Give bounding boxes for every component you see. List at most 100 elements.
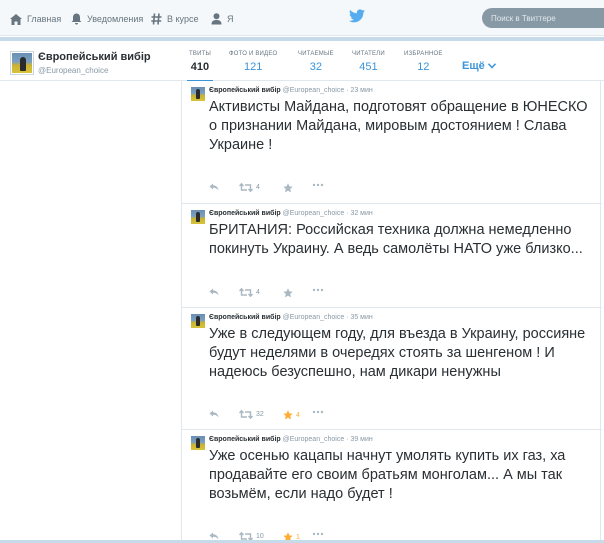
reply-icon [209,288,219,296]
tweet-timeline: Європейський вибір @European_choice · 23… [181,81,602,543]
star-icon [283,288,293,298]
more-actions-button[interactable] [312,410,324,414]
nav-home-label: Главная [27,14,62,24]
tweet-item[interactable]: Європейський вибір @European_choice · 23… [182,81,602,204]
stat-favorites[interactable]: ИЗБРАННОЕ 12 [404,51,443,73]
reply-button[interactable] [209,183,219,191]
more-dropdown[interactable]: Ещё [462,60,496,72]
more-label: Ещё [462,60,485,72]
retweet-count: 4 [256,184,260,191]
stat-photos-videos-value: 121 [244,61,263,73]
tweet-actions: 32 4 [209,410,409,422]
tweet-text: Уже в следующем году, для въезда в Украи… [209,326,586,380]
nav-me-label: Я [227,14,234,24]
tweet-timestamp[interactable]: · 39 мин [346,436,373,443]
more-actions-button[interactable] [312,532,324,536]
favorite-button[interactable] [283,183,296,193]
favorite-button[interactable] [283,288,296,298]
tweet-header: Європейський вибір @European_choice · 39… [209,436,373,443]
retweet-count: 32 [256,411,264,418]
tweet-item[interactable]: Європейський вибір @European_choice · 35… [182,308,602,430]
search-input[interactable] [491,13,591,23]
tweet-text: БРИТАНИЯ: Российская техника должна неме… [209,222,583,257]
stat-favorites-value: 12 [417,61,430,73]
tweet-avatar[interactable] [191,210,205,224]
stat-tweets-label: ТВИТЫ [189,51,211,57]
more-actions-button[interactable] [312,288,324,292]
stat-tweets[interactable]: ТВИТЫ 410 [187,51,213,83]
tweet-text: Активисты Майдана, подготовят обращение … [209,99,588,153]
favorite-button[interactable]: 4 [283,410,300,420]
stat-photos-videos[interactable]: ФОТО И ВИДЕО 121 [229,51,277,73]
stat-followers-label: ЧИТАТЕЛИ [352,51,385,57]
tweet-avatar[interactable] [191,87,205,101]
stat-followers-value: 451 [359,61,378,73]
tweet-header: Європейський вибір @European_choice · 23… [209,87,373,94]
tweet-item[interactable]: Європейський вибір @European_choice · 32… [182,204,602,308]
reply-button[interactable] [209,532,219,540]
twitter-bird-icon[interactable] [349,9,365,23]
tweet-header: Європейський вибір @European_choice · 35… [209,314,373,321]
tweet-author-name[interactable]: Європейський вибір [209,210,281,217]
tweet-author-handle: @European_choice [282,436,345,443]
hashtag-icon [151,13,162,25]
nav-me[interactable]: Я [211,10,234,28]
star-icon [283,183,293,193]
reply-button[interactable] [209,288,219,296]
stat-following-label: ЧИТАЕМЫЕ [298,51,334,57]
favorite-count: 4 [296,411,300,419]
chevron-down-icon [487,63,496,69]
nav-home[interactable]: Главная [10,10,61,28]
profile-avatar[interactable] [11,52,33,74]
tweet-item[interactable]: Європейський вибір @European_choice · 39… [182,430,602,543]
tweet-text: Уже осенью кацапы начнут умолять купить … [209,448,566,502]
retweet-button[interactable]: 4 [239,183,260,192]
reply-icon [209,183,219,191]
bell-icon [71,13,82,25]
tweet-timestamp[interactable]: · 35 мин [346,314,373,321]
retweet-button[interactable]: 32 [239,410,264,419]
tweet-timestamp[interactable]: · 32 мин [346,210,373,217]
nav-discover-label: В курсе [167,14,199,24]
reply-button[interactable] [209,410,219,418]
star-icon [283,410,293,420]
reply-icon [209,410,219,418]
tweet-avatar[interactable] [191,314,205,328]
nav-notifications-label: Уведомления [87,14,144,24]
retweet-count: 4 [256,289,260,296]
tweet-author-name[interactable]: Європейський вибір [209,314,281,321]
profile-name[interactable]: Європейський вибір [38,51,151,63]
stat-favorites-label: ИЗБРАННОЕ [404,51,443,57]
retweet-icon [239,288,253,297]
search-box[interactable] [482,8,604,28]
tweet-avatar[interactable] [191,436,205,450]
tweet-actions: 4 [209,183,409,195]
ellipsis-icon [312,183,324,187]
profile-nav-bar: Європейський вибір @European_choice ТВИТ… [0,41,604,83]
tweet-author-handle: @European_choice [282,314,345,321]
nav-discover[interactable]: В курсе [151,10,198,28]
tweet-author-handle: @European_choice [282,210,345,217]
retweet-button[interactable]: 4 [239,288,260,297]
tweet-actions: 4 [209,288,409,300]
reply-icon [209,532,219,540]
tweet-timestamp[interactable]: · 23 мин [346,87,373,94]
stat-following[interactable]: ЧИТАЕМЫЕ 32 [298,51,334,73]
stat-following-value: 32 [309,61,322,73]
more-actions-button[interactable] [312,183,324,187]
user-icon [211,13,222,25]
home-icon [10,13,22,25]
stat-photos-videos-label: ФОТО И ВИДЕО [229,51,278,57]
top-nav-bar: Главная Уведомления В курсе Я [0,0,604,36]
retweet-icon [239,183,253,192]
ellipsis-icon [312,288,324,292]
nav-notifications[interactable]: Уведомления [71,10,143,28]
stat-followers[interactable]: ЧИТАТЕЛИ 451 [352,51,385,73]
tweet-author-name[interactable]: Європейський вибір [209,436,281,443]
tweet-author-handle: @European_choice [282,87,345,94]
tweet-author-name[interactable]: Європейський вибір [209,87,281,94]
stat-tweets-value: 410 [190,61,210,73]
tweet-header: Європейський вибір @European_choice · 32… [209,210,373,217]
profile-handle: @European_choice [38,66,109,75]
retweet-icon [239,410,253,419]
